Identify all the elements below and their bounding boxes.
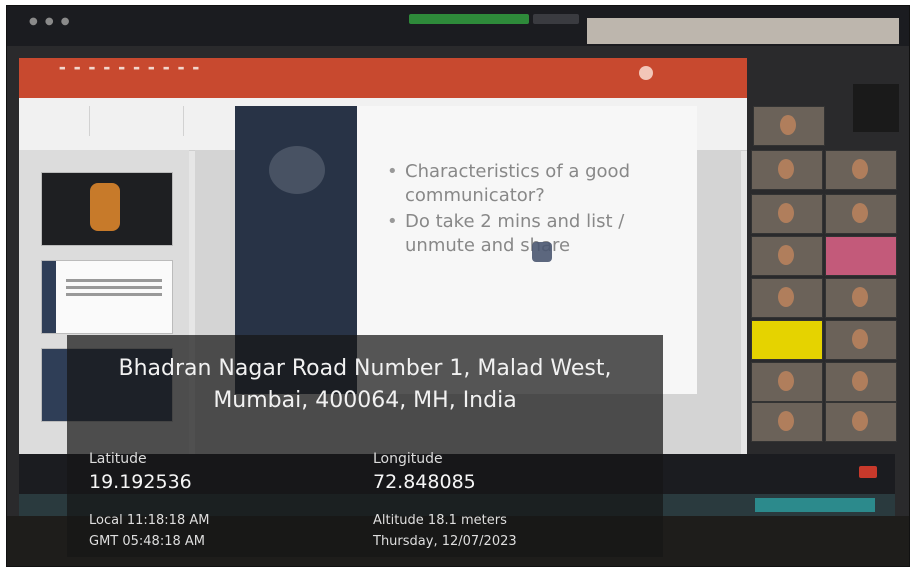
top-bar-dots-icon: ● ● ● [29,16,72,27]
address-line-1: Bhadran Nagar Road Number 1, Malad West, [118,356,612,381]
monitor-photo: ● ● ● ▬ ▬ ▬ ▬ ▬ ▬ ▬ ▬ ▬ ▬ • Characterist… [6,5,910,567]
participant-tile[interactable] [753,106,825,146]
thumbnail-text-lines [42,261,172,296]
slide-thumbnail-2[interactable] [41,260,173,334]
gps-geotag-overlay: Bhadran Nagar Road Number 1, Malad West,… [67,335,663,557]
ppt-ribbon: ▬ ▬ ▬ ▬ ▬ ▬ ▬ ▬ ▬ ▬ [19,58,747,98]
slide-thumbnail-1[interactable] [41,172,173,246]
zoom-sharing-indicator [409,14,529,24]
participant-tile[interactable] [825,320,897,360]
longitude-label: Longitude [373,451,443,467]
toolbar-group-clipboard[interactable] [29,106,90,136]
geotag-address: Bhadran Nagar Road Number 1, Malad West,… [85,353,645,417]
participant-video-grid [743,98,897,448]
participant-tile[interactable] [751,402,823,442]
thumbnail-figure [90,183,120,231]
photo-frame: ● ● ● ▬ ▬ ▬ ▬ ▬ ▬ ▬ ▬ ▬ ▬ • Characterist… [0,0,914,570]
ppt-menu-tabs[interactable]: ▬ ▬ ▬ ▬ ▬ ▬ ▬ ▬ ▬ ▬ [59,64,202,72]
longitude-value: 72.848085 [373,471,476,493]
slide-bullet-1: Characteristics of a good communicator? [381,160,681,208]
slide-image-shape [269,146,325,194]
participant-tile[interactable] [751,194,823,234]
participant-tile[interactable] [751,362,823,402]
taskbar-tray[interactable] [755,498,875,512]
participant-tile[interactable] [825,362,897,402]
participant-tile[interactable] [825,236,897,276]
background-wall [587,18,899,44]
gmt-time: GMT 05:48:18 AM [89,534,205,549]
toolbar-group-slides[interactable] [93,106,184,136]
end-meeting-button[interactable] [859,466,877,478]
participant-tile[interactable] [751,278,823,318]
zoom-stop-share-chip[interactable] [533,14,579,24]
monitor-top-bar: ● ● ● [7,6,909,46]
latitude-value: 19.192536 [89,471,192,493]
participant-tile[interactable] [825,278,897,318]
participant-tile[interactable] [751,150,823,190]
capture-date: Thursday, 12/07/2023 [373,534,517,549]
participant-tile[interactable] [825,194,897,234]
altitude: Altitude 18.1 meters [373,513,507,528]
address-line-2: Mumbai, 400064, MH, India [213,388,517,413]
participant-tile[interactable] [751,236,823,276]
participant-tile[interactable] [825,402,897,442]
slide-bullets: Characteristics of a good communicator? … [381,160,681,260]
participant-tile[interactable] [751,320,823,360]
slide-bullet-2: Do take 2 mins and list / unmute and sha… [381,210,681,258]
window-control-icon[interactable] [639,66,653,80]
cursor-icon [532,242,552,262]
participant-tile[interactable] [825,150,897,190]
latitude-label: Latitude [89,451,147,467]
local-time: Local 11:18:18 AM [89,513,210,528]
thumbnail-strip [42,261,56,333]
